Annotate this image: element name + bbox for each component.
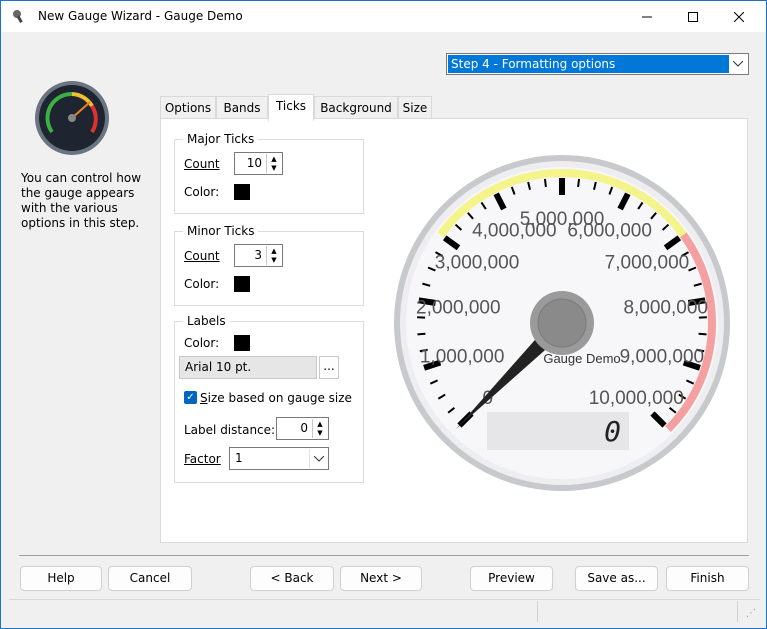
window-title: New Gauge Wizard - Gauge Demo: [38, 9, 243, 23]
scale-label: 9,000,000: [620, 346, 705, 367]
major-count-value: 10: [246, 156, 262, 170]
step-dropdown-value: Step 4 - Formatting options: [448, 55, 729, 73]
cancel-button[interactable]: Cancel: [108, 566, 192, 591]
factor-value: 1: [235, 451, 243, 465]
scale-label: 3,000,000: [435, 252, 520, 273]
spin-up-icon[interactable]: ▲: [267, 154, 281, 163]
gauge-preview: 01,000,0002,000,0003,000,0004,000,0005,0…: [394, 155, 730, 491]
major-color-label: Color:: [184, 185, 220, 199]
minor-count-label: Count: [184, 249, 220, 263]
tab-size[interactable]: Size: [398, 96, 432, 120]
font-display: Arial 10 pt.: [179, 356, 317, 379]
label-distance-label: Label distance:: [184, 423, 275, 437]
status-divider: [537, 601, 538, 622]
major-ticks-group: Major Ticks: [174, 132, 364, 214]
chevron-down-icon: [729, 55, 747, 73]
spin-down-icon[interactable]: ▼: [313, 428, 327, 437]
description-line: You can control how: [21, 171, 142, 185]
minor-tick: [698, 332, 707, 336]
font-picker-button[interactable]: ...: [319, 356, 339, 379]
resize-grip-icon[interactable]: ⋰: [746, 608, 756, 619]
minor-tick: [417, 332, 426, 336]
title-bar: New Gauge Wizard - Gauge Demo: [1, 1, 766, 32]
gauge-readout: 0: [604, 415, 621, 448]
labels-color-label: Color:: [184, 336, 220, 350]
back-button[interactable]: < Back: [250, 566, 334, 591]
maximize-icon: [688, 11, 698, 22]
tab-ticks[interactable]: Ticks: [268, 94, 314, 121]
tab-bands[interactable]: Bands: [216, 96, 268, 120]
minimize-icon: [642, 16, 652, 17]
scale-label: 6,000,000: [567, 220, 652, 241]
label-distance-stepper[interactable]: 0 ▲ ▼: [276, 417, 329, 440]
checkmark-icon: ✓: [186, 392, 195, 403]
factor-label: Factor: [184, 452, 221, 466]
close-button[interactable]: [716, 1, 762, 32]
app-icon: [13, 10, 23, 23]
maximize-button[interactable]: [670, 1, 716, 32]
scale-label: 7,000,000: [605, 252, 690, 273]
close-icon: [734, 11, 744, 22]
size-checkbox[interactable]: ✓: [184, 391, 197, 404]
step-description: You can control how the gauge appears wi…: [21, 171, 146, 231]
help-button[interactable]: Help: [20, 566, 102, 591]
tab-options[interactable]: Options: [160, 96, 216, 120]
preview-button[interactable]: Preview: [470, 566, 553, 591]
minor-ticks-title: Minor Ticks: [183, 224, 259, 238]
factor-dropdown[interactable]: 1: [229, 447, 329, 470]
tab-background[interactable]: Background: [314, 96, 398, 120]
minor-tick: [543, 178, 547, 188]
divider: [19, 555, 749, 556]
labels-title: Labels: [183, 314, 230, 328]
major-ticks-title: Major Ticks: [183, 132, 259, 146]
minimize-button[interactable]: [624, 1, 670, 32]
major-count-label: Count: [184, 157, 220, 171]
major-count-stepper[interactable]: 10 ▲ ▼: [234, 152, 283, 175]
scale-label: 8,000,000: [623, 298, 708, 319]
scale-label: 2,000,000: [416, 298, 501, 319]
next-button[interactable]: Next >: [340, 566, 422, 591]
gauge-hub: [537, 298, 587, 348]
spin-down-icon[interactable]: ▼: [267, 163, 281, 172]
description-line: with the various: [21, 201, 118, 215]
label-distance-value: 0: [300, 421, 308, 435]
labels-color-swatch[interactable]: [234, 335, 250, 351]
description-line: options in this step.: [21, 216, 140, 230]
minor-count-stepper[interactable]: 3 ▲ ▼: [234, 244, 283, 267]
size-checkbox-label[interactable]: Size based on gauge size: [200, 391, 352, 405]
scale-label: 1,000,000: [420, 346, 505, 367]
gauge-logo-icon: [35, 81, 109, 155]
scale-label: 10,000,000: [589, 388, 684, 409]
minor-count-value: 3: [254, 248, 262, 262]
label-distance-text: Label distance:: [184, 423, 276, 437]
major-color-swatch[interactable]: [234, 184, 250, 200]
save-as-button[interactable]: Save as...: [575, 566, 658, 591]
status-bar: ⋰: [9, 599, 760, 622]
spin-up-icon[interactable]: ▲: [313, 419, 327, 428]
minor-color-swatch[interactable]: [234, 276, 250, 292]
description-line: the gauge appears: [21, 186, 135, 200]
spin-down-icon[interactable]: ▼: [267, 255, 281, 264]
status-divider: [737, 601, 738, 622]
spin-up-icon[interactable]: ▲: [267, 246, 281, 255]
minor-color-label: Color:: [184, 277, 220, 291]
minor-tick: [577, 178, 581, 188]
minor-ticks-group: Minor Ticks: [174, 224, 364, 306]
finish-button[interactable]: Finish: [666, 566, 749, 591]
step-dropdown[interactable]: Step 4 - Formatting options: [446, 53, 749, 75]
wizard-window: New Gauge Wizard - Gauge Demo Step 4 - F…: [0, 0, 767, 629]
chevron-down-icon: [309, 449, 327, 468]
